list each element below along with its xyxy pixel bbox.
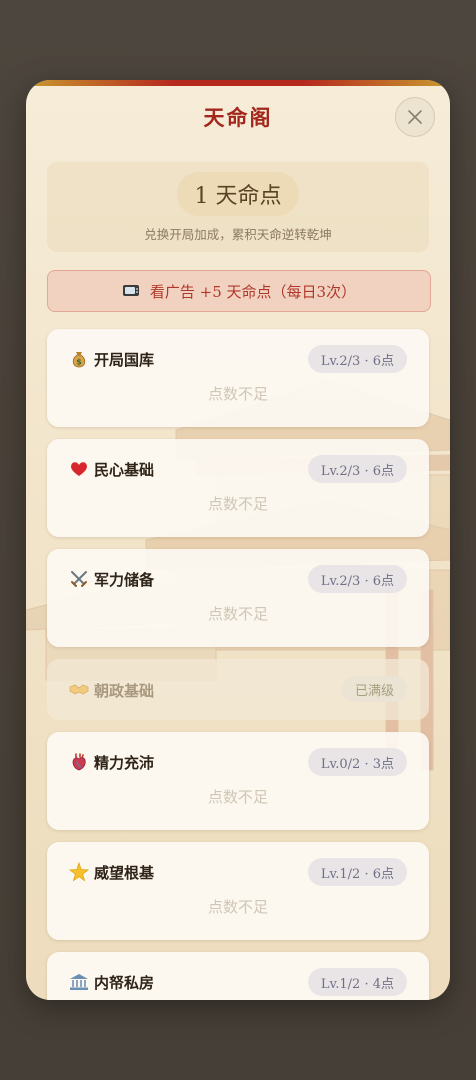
perk-name: 威望根基 [94,864,155,882]
dialog-top-border [26,80,450,86]
perk-card-kaiju-guoku[interactable]: $ 开局国库 Lv.2/3 · 6点 点数不足 [47,329,429,427]
dialog-title: 天命阁 [203,105,273,130]
money-bag-icon: $ [72,352,86,368]
perk-level-badge: Lv.0/2 · 3点 [307,748,407,776]
perk-status: 点数不足 [207,385,268,403]
handshake-icon [69,684,89,695]
points-panel: 1 天命点 兑换开局加成，累积天命逆转乾坤 [47,162,429,252]
perk-name: 民心基础 [94,461,155,479]
anatomical-heart-icon [72,753,86,771]
perk-level-badge: Lv.1/2 · 4点 [307,968,407,996]
perk-level-badge: Lv.2/3 · 6点 [307,455,407,483]
tv-icon [122,285,139,296]
tianming-dialog: 天命阁 1 天命点 兑换开局加成，累积天命逆转乾坤 看广告 +5 天命点（每日3… [26,80,450,1000]
perk-card-minxin-jichu[interactable]: 民心基础 Lv.2/3 · 6点 点数不足 [47,439,429,537]
perk-maxed-badge: 已满级 [341,676,407,702]
perk-status: 点数不足 [207,898,268,916]
perk-name: 精力充沛 [94,754,155,772]
perk-card-chaozheng-jichu: 朝政基础 已满级 [47,659,429,720]
perk-name: 朝政基础 [94,682,155,700]
perk-name: 内帑私房 [94,974,155,992]
points-subtitle: 兑换开局加成，累积天命逆转乾坤 [144,227,332,242]
perk-level-badge: Lv.1/2 · 6点 [307,858,407,886]
crossed-swords-icon [71,571,87,587]
watch-ad-button[interactable]: 看广告 +5 天命点（每日3次） [47,270,431,312]
bank-icon [70,974,88,990]
heart-icon [71,462,87,476]
perk-name: 军力储备 [94,571,155,589]
perk-status: 点数不足 [207,605,268,623]
perk-card-weiwang-genji[interactable]: 威望根基 Lv.1/2 · 6点 点数不足 [47,842,429,940]
close-button[interactable] [395,97,435,137]
perk-card-neitang-sifang[interactable]: 内帑私房 Lv.1/2 · 4点 [47,952,429,1000]
perk-card-jingli-chongpei[interactable]: 精力充沛 Lv.0/2 · 3点 点数不足 [47,732,429,830]
perk-status: 点数不足 [207,495,268,513]
perk-status: 点数不足 [207,788,268,806]
perk-level-badge: Lv.2/3 · 6点 [307,345,407,373]
watch-ad-label: 看广告 +5 天命点（每日3次） [149,282,357,301]
perk-card-junli-chubei[interactable]: 军力储备 Lv.2/3 · 6点 点数不足 [47,549,429,647]
close-icon [408,110,422,124]
svg-text:$: $ [76,358,82,367]
glowing-star-icon [69,862,89,882]
perk-level-badge: Lv.2/3 · 6点 [307,565,407,593]
points-balance: 1 天命点 [177,172,299,216]
perk-name: 开局国库 [94,351,155,369]
